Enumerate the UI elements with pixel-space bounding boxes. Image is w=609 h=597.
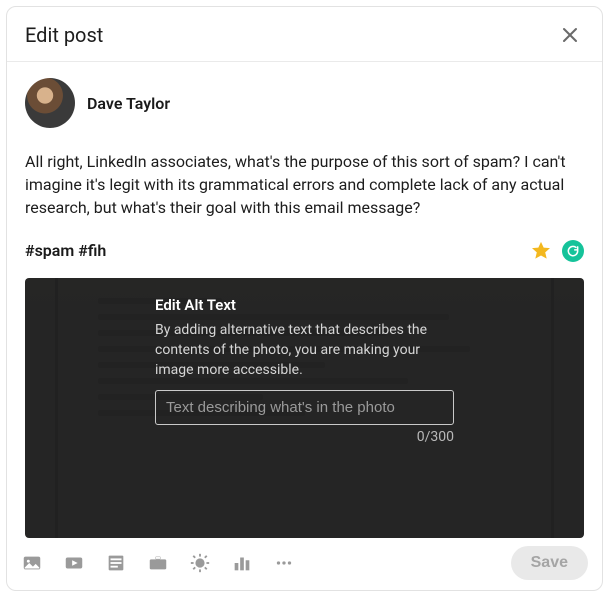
alt-text-panel: Edit Alt Text By adding alternative text… [25, 278, 584, 538]
alt-text-title: Edit Alt Text [155, 296, 454, 314]
add-image-icon[interactable] [21, 552, 43, 574]
add-document-icon[interactable] [105, 552, 127, 574]
grammarly-icon[interactable] [562, 240, 584, 262]
close-button[interactable] [556, 21, 584, 49]
footer-actions [21, 552, 295, 574]
celebrate-icon[interactable] [189, 552, 211, 574]
modal-footer: Save [7, 538, 602, 590]
inline-right-icons [530, 240, 584, 262]
add-poll-icon[interactable] [231, 552, 253, 574]
close-icon [560, 25, 580, 45]
author-avatar[interactable] [25, 78, 75, 128]
attached-image[interactable]: Edit Alt Text By adding alternative text… [25, 278, 584, 538]
alt-text-input[interactable] [155, 390, 454, 425]
add-video-icon[interactable] [63, 552, 85, 574]
modal-header: Edit post [7, 7, 602, 61]
alt-text-char-count: 0/300 [155, 429, 454, 445]
edit-post-modal: Edit post Dave Taylor All right, LinkedI… [0, 0, 609, 597]
post-body-text[interactable]: All right, LinkedIn associates, what's t… [25, 150, 584, 220]
add-job-icon[interactable] [147, 552, 169, 574]
modal-title: Edit post [25, 23, 103, 47]
author-name[interactable]: Dave Taylor [87, 94, 170, 113]
save-button[interactable]: Save [511, 546, 588, 580]
star-icon[interactable] [530, 240, 552, 262]
modal-body: Dave Taylor All right, LinkedIn associat… [7, 62, 602, 538]
post-hashtags[interactable]: #spam #fih [25, 241, 106, 260]
hashtag-row: #spam #fih [25, 240, 584, 262]
modal-card: Edit post Dave Taylor All right, LinkedI… [6, 6, 603, 591]
alt-text-description: By adding alternative text that describe… [155, 320, 454, 381]
more-icon[interactable] [273, 552, 295, 574]
author-row: Dave Taylor [25, 78, 584, 128]
